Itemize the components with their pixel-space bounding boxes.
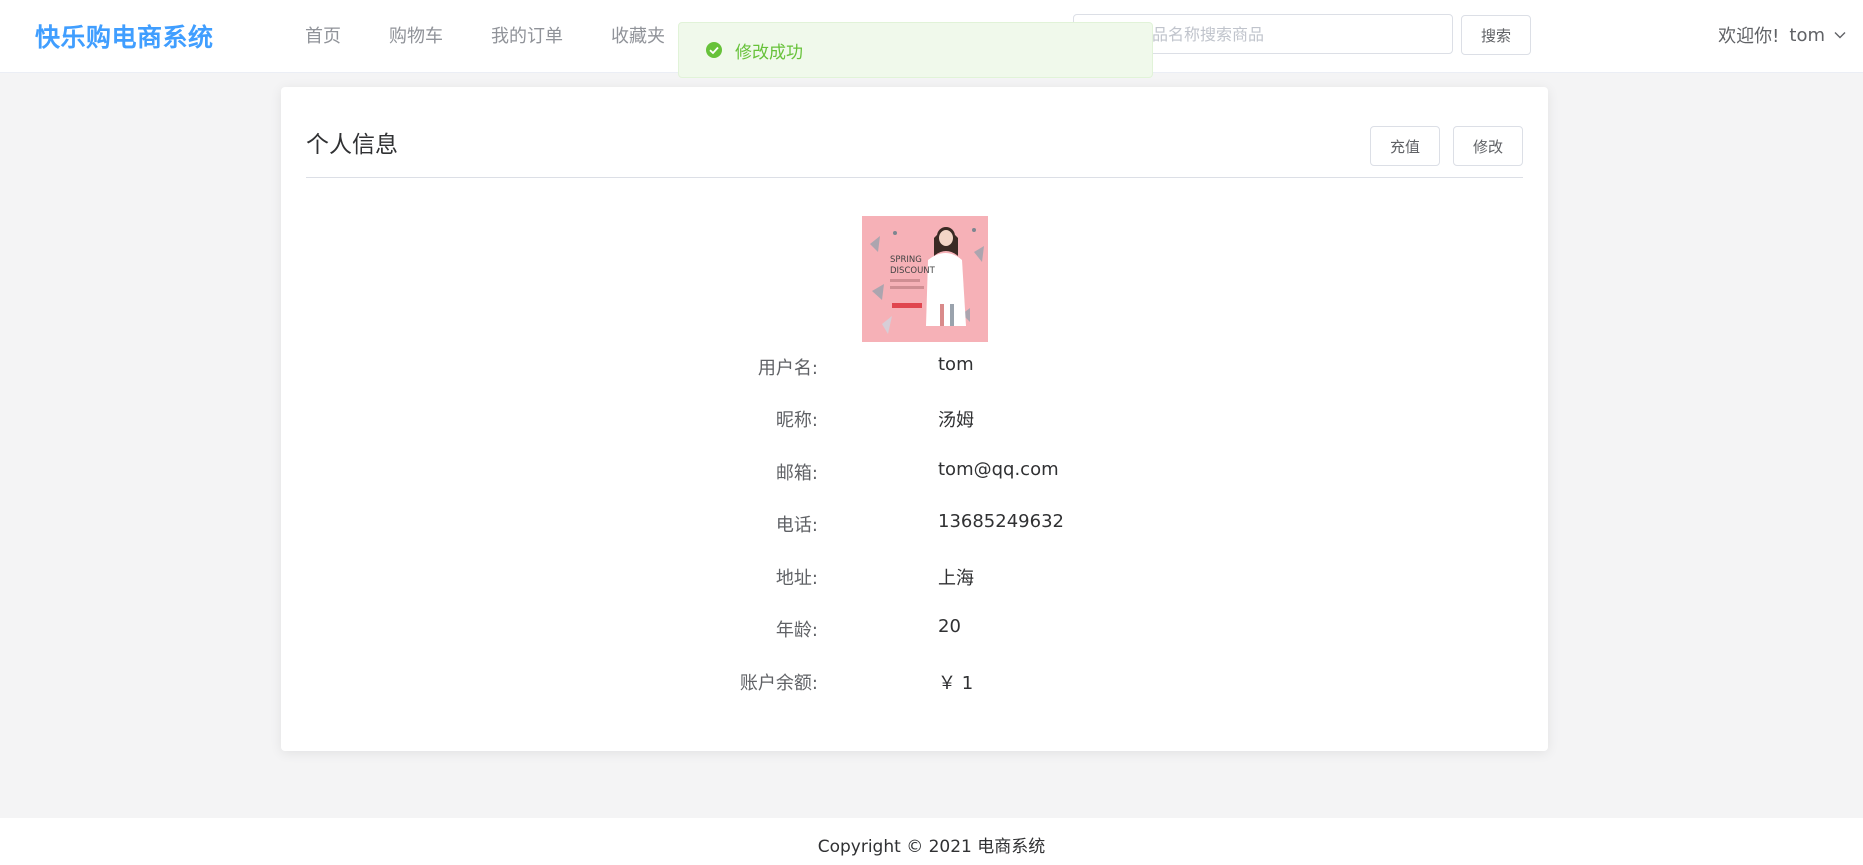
search-button[interactable]: 搜索	[1461, 15, 1531, 55]
field-label: 邮箱:	[775, 463, 818, 484]
info-row-address: 地址: 上海	[281, 552, 1548, 604]
avatar: SPRING DISCOUNT	[862, 216, 988, 342]
nav-item-orders[interactable]: 我的订单	[491, 22, 563, 48]
field-label: 电话:	[775, 515, 818, 536]
brand-logo-text[interactable]: 快乐购电商系统	[35, 18, 214, 54]
greeting-text: 欢迎你!	[1718, 26, 1780, 47]
avatar-text-discount: DISCOUNT	[890, 266, 936, 276]
user-menu-dropdown[interactable]: 欢迎你! tom	[1718, 22, 1847, 48]
copyright-text: Copyright © 2021 电商系统	[817, 837, 1046, 857]
success-toast: 修改成功	[678, 22, 1153, 78]
profile-card: 个人信息 充值 修改 SPRING DISCOUNT 用户名: tom 昵称: …	[281, 87, 1548, 751]
recharge-button[interactable]: 充值	[1370, 126, 1440, 166]
field-value: 汤姆	[938, 410, 974, 431]
field-value: ￥ 1	[938, 673, 974, 694]
field-value: 上海	[938, 568, 974, 589]
info-row-phone: 电话: 13685249632	[281, 499, 1548, 551]
title-divider	[306, 177, 1523, 178]
username-text: tom	[1789, 24, 1825, 46]
field-label: 年龄:	[775, 620, 818, 641]
main-nav: 首页 购物车 我的订单 收藏夹	[305, 22, 713, 48]
avatar-text-spring: SPRING	[890, 255, 922, 265]
avatar-image: SPRING DISCOUNT	[862, 216, 988, 342]
info-row-age: 年龄: 20	[281, 604, 1548, 656]
toast-message: 修改成功	[735, 42, 803, 63]
field-value: 13685249632	[938, 511, 1064, 532]
info-row-email: 邮箱: tom@qq.com	[281, 447, 1548, 499]
check-circle-icon	[706, 42, 722, 58]
info-row-username: 用户名: tom	[281, 342, 1548, 394]
field-label: 用户名:	[757, 358, 818, 379]
edit-button[interactable]: 修改	[1453, 126, 1523, 166]
field-value: tom	[938, 354, 974, 375]
field-label: 昵称:	[775, 410, 818, 431]
field-label: 账户余额:	[739, 673, 818, 694]
field-label: 地址:	[775, 568, 818, 589]
nav-item-home[interactable]: 首页	[305, 22, 341, 48]
info-row-balance: 账户余额: ￥ 1	[281, 657, 1548, 709]
field-value: 20	[938, 616, 961, 637]
info-row-nickname: 昵称: 汤姆	[281, 394, 1548, 446]
nav-item-cart[interactable]: 购物车	[389, 22, 443, 48]
nav-item-favorites[interactable]: 收藏夹	[611, 22, 665, 48]
page-footer: Copyright © 2021 电商系统	[0, 818, 1863, 865]
chevron-down-icon	[1834, 32, 1846, 39]
page-title: 个人信息	[306, 132, 398, 158]
field-value: tom@qq.com	[938, 459, 1059, 480]
